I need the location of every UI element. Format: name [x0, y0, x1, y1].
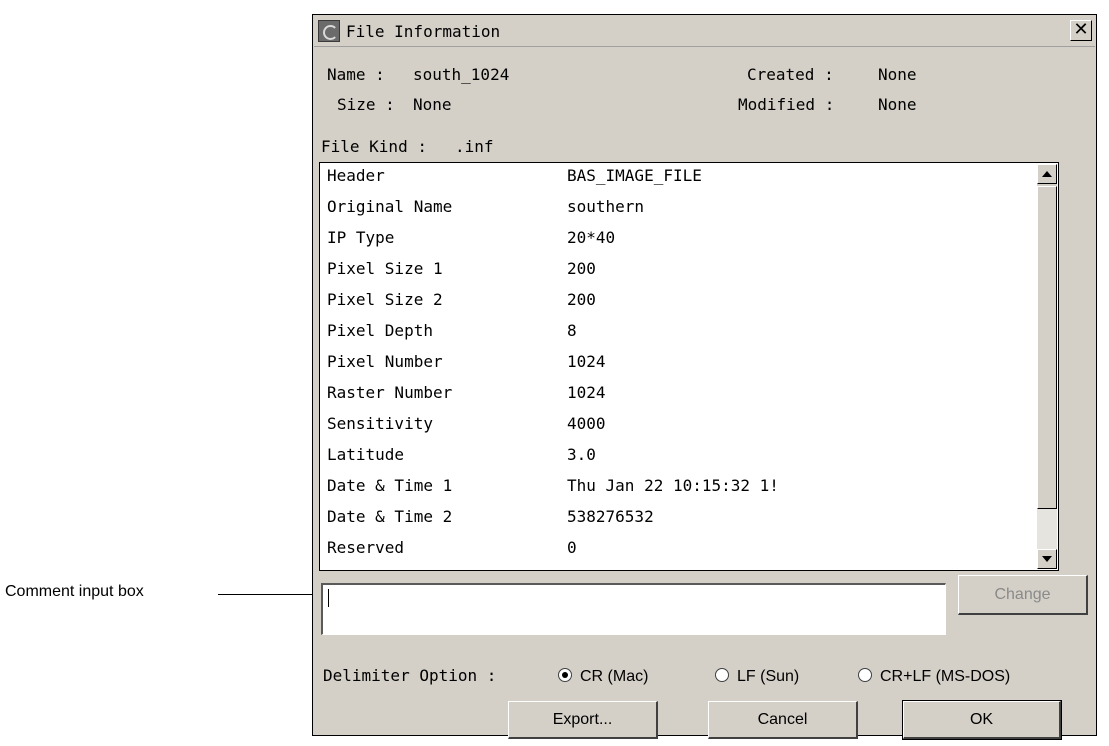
property-value: 1024: [567, 352, 606, 371]
property-value: 200: [567, 259, 596, 278]
property-value: BAS_IMAGE_FILE: [567, 166, 702, 185]
radio-cr-mac[interactable]: CR (Mac): [558, 666, 648, 686]
property-value: 200: [567, 290, 596, 309]
properties-list[interactable]: Header BAS_IMAGE_FILE Original Name souther…: [319, 162, 1059, 571]
property-key: Date & Time 2: [327, 507, 453, 526]
annotation-leader-line: [218, 594, 312, 595]
scroll-down-arrow-icon[interactable]: [1037, 549, 1057, 569]
comment-input-annotation: Comment input box: [5, 583, 144, 600]
size-value: None: [413, 95, 452, 114]
property-value: southern: [567, 197, 645, 216]
property-key: Latitude: [327, 445, 405, 464]
name-label: Name :: [327, 65, 385, 84]
property-value: 0: [567, 538, 577, 557]
size-label: Size :: [337, 95, 395, 114]
modified-label: Modified :: [738, 95, 835, 114]
property-key: Sensitivity: [327, 414, 433, 433]
property-value: 3.0: [567, 445, 596, 464]
app-icon: [318, 20, 340, 42]
property-key: Reserved: [327, 538, 405, 557]
property-value: 538276532: [567, 507, 654, 526]
change-button[interactable]: Change: [958, 575, 1088, 615]
property-key: Pixel Number: [327, 352, 443, 371]
text-caret: [328, 589, 329, 607]
radio-unselected-icon: [715, 668, 729, 682]
property-key: Header: [327, 166, 385, 185]
delimiter-option-label: Delimiter Option :: [323, 666, 497, 685]
radio-lf-sun[interactable]: LF (Sun): [715, 666, 799, 686]
export-button[interactable]: Export...: [508, 701, 658, 739]
window-title: File Information: [346, 22, 501, 41]
ok-button[interactable]: OK: [902, 700, 1062, 740]
scrollbar-track[interactable]: [1037, 509, 1057, 549]
property-value: 20*40: [567, 228, 616, 247]
property-key: Pixel Size 2: [327, 290, 443, 309]
file-kind-value: .inf: [455, 137, 494, 156]
scrollbar-thumb[interactable]: [1037, 186, 1057, 509]
property-value: 1024: [567, 383, 606, 402]
vertical-scrollbar[interactable]: [1037, 164, 1057, 569]
property-value: 8: [567, 321, 577, 340]
radio-unselected-icon: [858, 668, 872, 682]
property-value: 4000: [567, 414, 606, 433]
property-key: Original Name: [327, 197, 453, 216]
file-information-dialog: File Information ✕ Name : south_1024 Siz…: [312, 14, 1097, 740]
name-value: south_1024: [413, 65, 510, 84]
property-value: Thu Jan 22 10:15:32 1!: [567, 476, 779, 495]
file-kind-label: File Kind :: [321, 137, 427, 156]
property-key: Raster Number: [327, 383, 453, 402]
property-key: Pixel Depth: [327, 321, 433, 340]
scroll-up-arrow-icon[interactable]: [1037, 164, 1057, 184]
property-key: Date & Time 1: [327, 476, 453, 495]
radio-crlf-msdos[interactable]: CR+LF (MS-DOS): [858, 666, 1010, 686]
close-button[interactable]: ✕: [1070, 20, 1092, 41]
comment-input[interactable]: [321, 583, 946, 635]
radio-selected-icon: [558, 668, 572, 682]
cancel-button[interactable]: Cancel: [708, 701, 858, 739]
property-key: IP Type: [327, 228, 395, 247]
modified-value: None: [878, 95, 917, 114]
created-label: Created :: [747, 65, 834, 84]
title-bar[interactable]: File Information ✕: [314, 16, 1095, 47]
property-key: Pixel Size 1: [327, 259, 443, 278]
created-value: None: [878, 65, 917, 84]
